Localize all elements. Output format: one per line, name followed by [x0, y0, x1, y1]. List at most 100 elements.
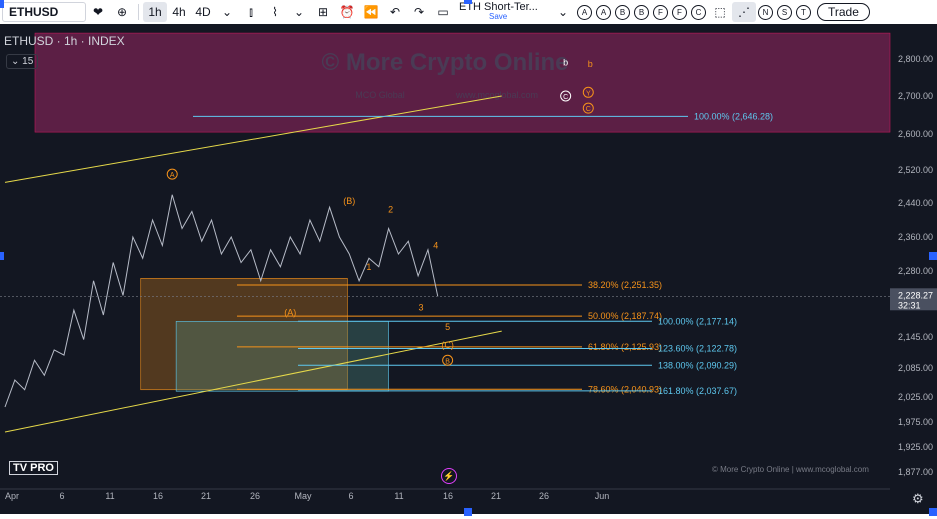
tool-s-icon[interactable]: S [777, 4, 792, 20]
wave-label-11: b [588, 59, 593, 69]
level-label-8: 161.80% (2,037.67) [658, 386, 737, 396]
candles-icon[interactable]: ⫾ [239, 2, 263, 22]
x-tick-1: 6 [59, 491, 64, 501]
y-tick-1: 2,700.00 [898, 91, 933, 101]
selection-handle[interactable] [464, 0, 472, 4]
y-tick-10: 1,975.00 [898, 417, 933, 427]
x-tick-6: May [294, 491, 312, 501]
indicator-toggle[interactable]: ⌄ 15 [6, 54, 39, 69]
wave-label-4: 2 [388, 204, 393, 214]
layout-save[interactable]: Save [489, 12, 551, 22]
y-tick-5: 2,360.00 [898, 232, 933, 242]
countdown-value: 32:31 [898, 300, 921, 310]
chevron-down-icon[interactable]: ⌄ [215, 2, 239, 22]
templates-icon[interactable]: ⊞ [311, 2, 335, 22]
tool-b-icon[interactable]: B [634, 4, 649, 20]
trendlines [4, 95, 502, 433]
chart-area[interactable]: 2,800.00 2,700.00 2,600.00 2,520.00 2,440.00… [0, 24, 937, 514]
level-label-3: 100.00% (2,177.14) [658, 316, 737, 326]
interval-1h[interactable]: 1h [143, 2, 167, 22]
wave-label-13: C [563, 94, 568, 101]
level-label-1: 38.20% (2,251.35) [588, 280, 662, 290]
wave-label-5: 3 [419, 303, 424, 313]
layout-name[interactable]: ETH Short-Ter... Save [459, 2, 551, 22]
wave-label-3: 1 [366, 262, 371, 272]
screenshot-icon[interactable]: ⬚ [708, 2, 732, 22]
chart-svg[interactable]: 2,800.00 2,700.00 2,600.00 2,520.00 2,440.00… [0, 24, 937, 514]
selection-handle[interactable] [929, 508, 937, 516]
tool-a-icon[interactable]: A [596, 4, 611, 20]
interval-4d[interactable]: 4D [191, 2, 215, 22]
y-tick-8: 2,085.00 [898, 363, 933, 373]
x-tick-12: Jun [595, 491, 610, 501]
footer-credit: © More Crypto Online | www.mcoglobal.com [712, 465, 869, 474]
chevron-down-icon[interactable]: ⌄ [287, 2, 311, 22]
tool-n-icon[interactable]: N [758, 4, 773, 20]
tool-f-icon[interactable]: F [672, 4, 687, 20]
layout-title: ETH Short-Ter... [459, 1, 538, 13]
x-tick-3: 16 [153, 491, 163, 501]
wave-label-10: b [563, 58, 568, 68]
wave-label-6: 4 [433, 241, 438, 251]
y-tick-4: 2,440.00 [898, 198, 933, 208]
settings-gear-icon[interactable]: ⚙ [912, 491, 924, 507]
selection-handle[interactable] [929, 252, 937, 260]
layout-icon[interactable]: ▭ [431, 2, 455, 22]
tool-t-icon[interactable]: T [796, 4, 811, 20]
x-tick-5: 26 [250, 491, 260, 501]
tool-c-icon[interactable]: C [691, 4, 706, 20]
redo-icon[interactable]: ↷ [407, 2, 431, 22]
selection-handle[interactable] [0, 252, 4, 260]
x-tick-9: 16 [443, 491, 453, 501]
level-label-7: 78.60% (2,040.93) [588, 384, 662, 394]
chevron-down-icon[interactable]: ⌄ [551, 2, 575, 22]
selection-handle[interactable] [0, 0, 4, 8]
alert-icon[interactable]: ⏰ [335, 2, 359, 22]
interval-4h[interactable]: 4h [167, 2, 191, 22]
indicator-count: 15 [22, 56, 34, 67]
x-tick-11: 26 [539, 491, 549, 501]
replay-icon[interactable]: ⏪ [359, 2, 383, 22]
selection-handle[interactable] [464, 508, 472, 516]
chevron-down-icon: ⌄ [11, 56, 20, 67]
y-tick-0: 2,800.00 [898, 54, 933, 64]
toolbar-divider [138, 4, 139, 20]
wave-label-2: (A) [284, 308, 296, 318]
x-tick-8: 11 [394, 491, 403, 501]
current-price-value: 2,228.27 [898, 290, 933, 300]
tool-f-icon[interactable]: F [653, 4, 668, 20]
x-tick-7: 6 [348, 491, 353, 501]
level-label-4: 61.80% (2,125.93) [588, 342, 662, 352]
wave-label-7: 5 [445, 322, 450, 332]
level-label-0: 100.00% (2,646.28) [694, 111, 773, 121]
wave-label-12: Y [586, 90, 591, 97]
x-tick-0: Apr [5, 491, 19, 501]
plus-icon[interactable]: ⊕ [110, 2, 134, 22]
y-tick-12: 1,877.00 [898, 467, 933, 477]
zone-2 [175, 321, 389, 392]
lightning-icon[interactable]: ⚡ [441, 468, 457, 484]
x-tick-10: 21 [491, 491, 501, 501]
undo-icon[interactable]: ↶ [383, 2, 407, 22]
wave-label-14: C [586, 106, 591, 113]
symbol-search[interactable]: ETHUSD [2, 2, 86, 22]
tool-a-icon[interactable]: A [577, 4, 592, 20]
level-label-2: 50.00% (2,187.74) [588, 311, 662, 321]
y-tick-7: 2,145.00 [898, 332, 933, 342]
wave-tool-icon[interactable]: ⋰ [732, 2, 756, 22]
watermark-subtext: MCO Global [355, 90, 405, 100]
tradingview-logo: TV PRO [9, 461, 58, 475]
x-tick-2: 11 [105, 491, 114, 501]
wave-label-9: B [445, 358, 450, 365]
trade-button[interactable]: Trade [817, 3, 870, 21]
y-tick-2: 2,600.00 [898, 129, 933, 139]
x-tick-4: 21 [201, 491, 211, 501]
wave-label-8: (C) [441, 340, 454, 350]
price-axis[interactable]: 2,800.00 2,700.00 2,600.00 2,520.00 2,440.00… [890, 24, 937, 514]
indicators-icon[interactable]: ⌇ [263, 2, 287, 22]
y-tick-11: 1,925.00 [898, 442, 933, 452]
zones [34, 32, 891, 392]
tool-b-icon[interactable]: B [615, 4, 630, 20]
wave-label-0: A [170, 172, 175, 179]
heart-icon[interactable]: ❤ [86, 2, 110, 22]
